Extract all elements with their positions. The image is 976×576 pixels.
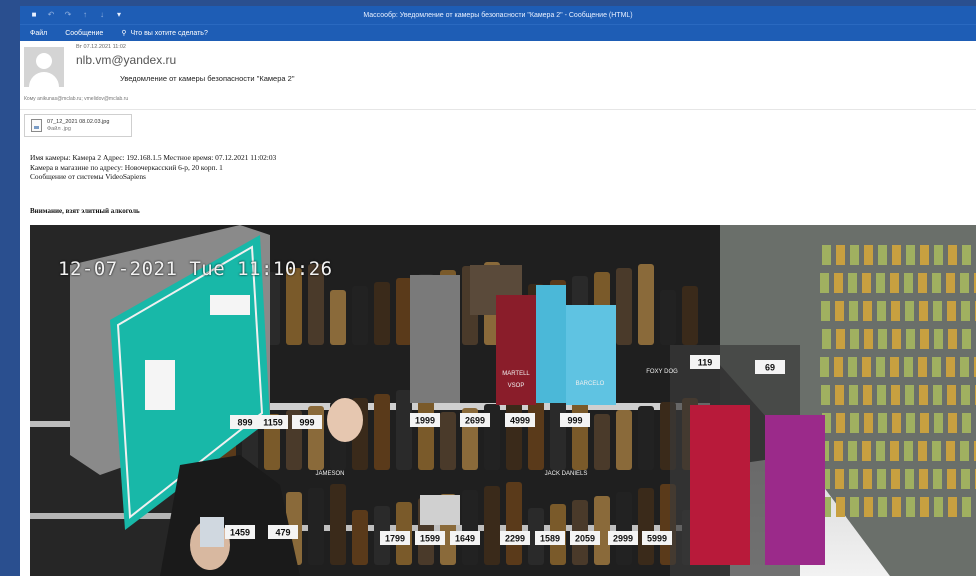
price-tag: 1999 <box>410 413 440 427</box>
email-window: ■ ↶ ↷ ↑ ↓ ▾ Массообр: Уведомление от кам… <box>20 6 976 576</box>
price-tag: 2059 <box>570 531 600 545</box>
price-tag: 1799 <box>380 531 410 545</box>
price-tag: 4999 <box>505 413 535 427</box>
message-header: Вт 07.12.2021 11:02 nlb.vm@yandex.ru Уве… <box>20 41 976 110</box>
svg-text:4999: 4999 <box>510 416 530 426</box>
recipients[interactable]: Кому anikunas@mclab.ru; vmelidov@mclab.r… <box>24 96 128 102</box>
redo-icon[interactable]: ↷ <box>64 11 72 19</box>
sender-address[interactable]: nlb.vm@yandex.ru <box>76 53 176 67</box>
alert-text: Внимание, взят элитный алкоголь <box>30 207 140 215</box>
bottle-label: FOXY DOG <box>646 369 678 375</box>
price-tag: 1159 <box>258 415 288 429</box>
svg-text:1599: 1599 <box>420 534 440 544</box>
svg-text:1999: 1999 <box>415 416 435 426</box>
svg-text:1649: 1649 <box>455 534 475 544</box>
price-tag: 5999 <box>642 531 672 545</box>
bottle-label: MARTELL <box>502 371 530 377</box>
price-tag: 999 <box>560 413 590 427</box>
price-tag: 1589 <box>535 531 565 545</box>
lightbulb-icon: ⚲ <box>121 30 127 37</box>
bottle-label: JACK DANIELS <box>545 471 588 477</box>
svg-text:1459: 1459 <box>230 528 250 538</box>
down-arrow-icon[interactable]: ↓ <box>98 11 106 19</box>
tab-message[interactable]: Сообщение <box>65 30 103 37</box>
price-tag: 2699 <box>460 413 490 427</box>
undo-icon[interactable]: ↶ <box>47 11 55 19</box>
svg-text:479: 479 <box>275 528 290 538</box>
svg-text:1589: 1589 <box>540 534 560 544</box>
attachment-item[interactable]: 07_12_2021 08.02.03.jpg Файл .jpg <box>24 114 132 137</box>
price-tag: 1649 <box>450 531 480 545</box>
svg-text:1799: 1799 <box>385 534 405 544</box>
customize-icon[interactable]: ▾ <box>115 11 123 19</box>
svg-text:119: 119 <box>698 358 713 368</box>
image-file-icon <box>31 119 42 132</box>
svg-text:2059: 2059 <box>575 534 595 544</box>
camera-timestamp: 12-07-2021 Tue 11:10:26 <box>58 258 333 280</box>
price-tag: 1459 <box>225 525 255 539</box>
svg-text:1159: 1159 <box>263 418 283 428</box>
message-body: Имя камеры: Камера 2 Адрес: 192.168.1.5 … <box>30 153 276 182</box>
price-tag: 999 <box>292 415 322 429</box>
bottle-label: JAMESON <box>315 471 344 477</box>
svg-text:899: 899 <box>237 418 252 428</box>
message-subject: Уведомление от камеры безопасности "Каме… <box>120 74 295 83</box>
svg-text:2699: 2699 <box>465 416 485 426</box>
svg-text:2999: 2999 <box>613 534 633 544</box>
price-tag: 899 <box>230 415 260 429</box>
sender-avatar <box>24 47 64 87</box>
quick-access-toolbar: ■ ↶ ↷ ↑ ↓ ▾ <box>20 11 123 19</box>
attachment-name: 07_12_2021 08.02.03.jpg <box>47 118 110 125</box>
bottle-label: BARCELO <box>576 381 605 387</box>
svg-text:999: 999 <box>299 418 314 428</box>
price-tag: 119 <box>690 355 720 369</box>
svg-text:69: 69 <box>765 363 775 373</box>
tell-me-label: Что вы хотите сделать? <box>130 29 208 37</box>
up-arrow-icon[interactable]: ↑ <box>81 11 89 19</box>
bottle-label: VSOP <box>508 383 525 389</box>
price-tag: 2299 <box>500 531 530 545</box>
tell-me-box[interactable]: ⚲ Что вы хотите сделать? <box>121 29 208 38</box>
body-line-system: Сообщение от системы VideoSapiens <box>30 172 146 181</box>
save-icon[interactable]: ■ <box>30 11 38 19</box>
camera-snapshot[interactable]: 899 1159 999 1999 2699 4999 999 119 69 1459 479 179… <box>30 225 976 576</box>
svg-text:2299: 2299 <box>505 534 525 544</box>
ribbon-tabs: Файл Сообщение ⚲ Что вы хотите сделать? <box>20 24 976 41</box>
price-tag: 479 <box>268 525 298 539</box>
window-title: Массообр: Уведомление от камеры безопасн… <box>363 11 633 19</box>
sent-date: Вт 07.12.2021 11:02 <box>76 44 126 50</box>
price-tag: 1599 <box>415 531 445 545</box>
svg-text:5999: 5999 <box>647 534 667 544</box>
body-line-address: Камера в магазине по адресу: Новочеркасс… <box>30 162 223 172</box>
price-tag: 2999 <box>608 531 638 545</box>
price-tag: 69 <box>755 360 785 374</box>
attachment-type: Файл .jpg <box>47 125 71 132</box>
title-bar: ■ ↶ ↷ ↑ ↓ ▾ Массообр: Уведомление от кам… <box>20 6 976 24</box>
svg-text:999: 999 <box>567 416 582 426</box>
body-line-camera: Имя камеры: Камера 2 Адрес: 192.168.1.5 … <box>30 153 277 162</box>
tab-file[interactable]: Файл <box>30 30 47 37</box>
